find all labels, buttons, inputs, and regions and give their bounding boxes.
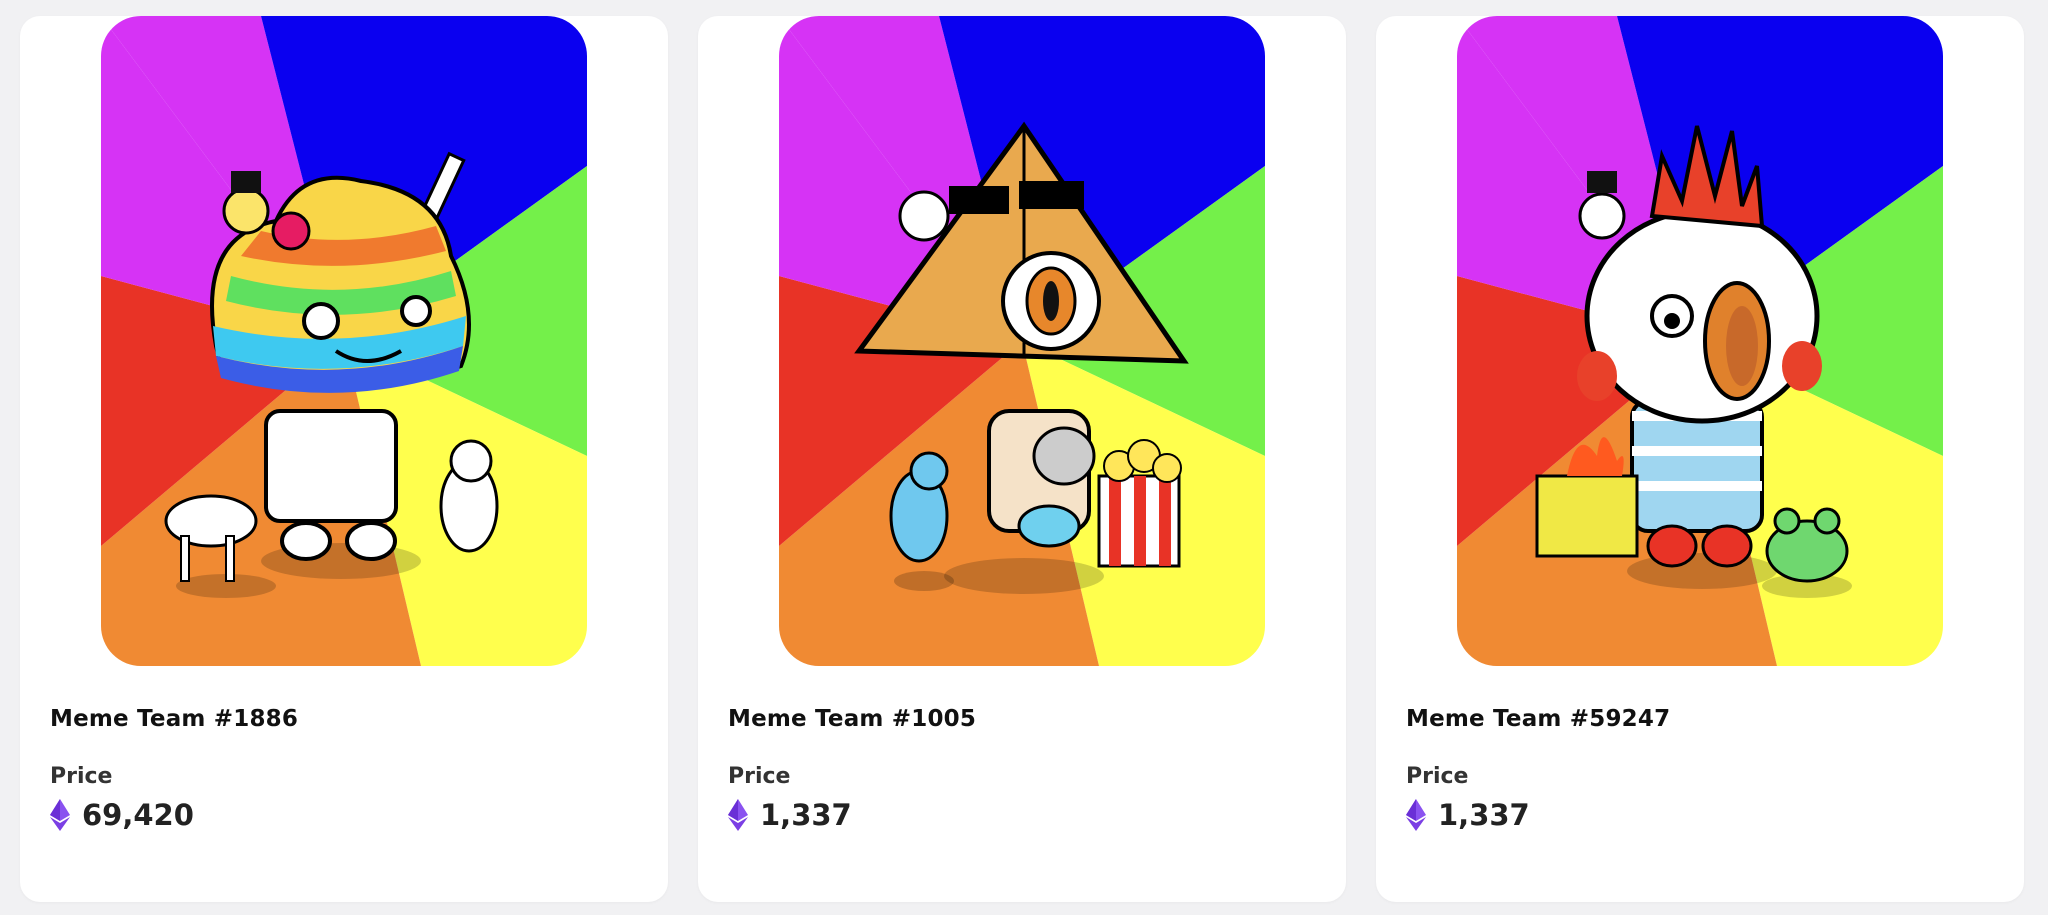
nft-title[interactable]: Meme Team #1886 <box>50 706 298 732</box>
ethereum-icon <box>1406 799 1426 831</box>
nft-card[interactable]: Meme Team #1005 Price 1,337 <box>698 16 1346 902</box>
ethereum-icon <box>728 799 748 831</box>
price-label: Price <box>50 764 113 789</box>
nft-artwork-pyramid-eye[interactable] <box>779 16 1265 666</box>
price-label: Price <box>1406 764 1469 789</box>
price-row: 69,420 <box>50 798 194 832</box>
price-value: 69,420 <box>82 798 194 832</box>
nft-card-grid: Meme Team #1886 Price 69,420 Meme Team #… <box>20 16 2024 902</box>
price-value: 1,337 <box>1438 798 1530 832</box>
ethereum-icon <box>50 799 70 831</box>
nft-title[interactable]: Meme Team #59247 <box>1406 706 1670 732</box>
price-row: 1,337 <box>728 798 852 832</box>
nft-title[interactable]: Meme Team #1005 <box>728 706 976 732</box>
nft-card[interactable]: Meme Team #1886 Price 69,420 <box>20 16 668 902</box>
price-value: 1,337 <box>760 798 852 832</box>
nft-artwork-chicken[interactable] <box>1457 16 1943 666</box>
price-row: 1,337 <box>1406 798 1530 832</box>
nft-card[interactable]: Meme Team #59247 Price 1,337 <box>1376 16 2024 902</box>
price-label: Price <box>728 764 791 789</box>
nft-artwork-rainbow-poop[interactable] <box>101 16 587 666</box>
